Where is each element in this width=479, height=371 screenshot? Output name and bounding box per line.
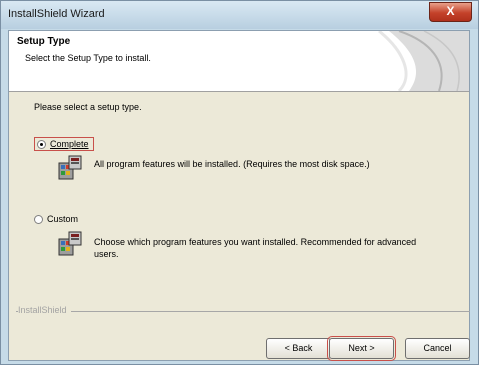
complete-label[interactable]: Complete bbox=[50, 139, 89, 149]
page-subtitle: Select the Setup Type to install. bbox=[25, 53, 151, 63]
close-icon: X bbox=[446, 4, 455, 18]
custom-label[interactable]: Custom bbox=[47, 214, 78, 224]
close-button[interactable]: X bbox=[429, 2, 472, 22]
page-title: Setup Type bbox=[17, 36, 71, 47]
complete-radio[interactable] bbox=[37, 139, 46, 149]
custom-option[interactable]: Custom bbox=[34, 214, 78, 224]
complete-option[interactable]: Complete bbox=[34, 137, 94, 151]
custom-radio[interactable] bbox=[34, 214, 43, 224]
installer-window: InstallShield Wizard X Setup Type Select… bbox=[0, 0, 479, 365]
feature-custom-icon bbox=[58, 231, 82, 256]
header-panel: Setup Type Select the Setup Type to inst… bbox=[9, 31, 469, 92]
complete-description: All program features will be installed. … bbox=[94, 159, 370, 169]
window-title: InstallShield Wizard bbox=[8, 8, 105, 20]
feature-install-icon bbox=[58, 155, 82, 180]
setup-prompt: Please select a setup type. bbox=[34, 102, 142, 112]
back-button[interactable]: < Back bbox=[266, 338, 331, 359]
brand-label: InstallShield bbox=[18, 305, 71, 315]
wizard-panel: Setup Type Select the Setup Type to inst… bbox=[8, 30, 470, 361]
next-button[interactable]: Next > bbox=[327, 336, 396, 361]
header-graphic bbox=[369, 31, 469, 91]
footer-divider bbox=[16, 311, 470, 312]
cancel-button[interactable]: Cancel bbox=[405, 338, 470, 359]
custom-description: Choose which program features you want i… bbox=[94, 237, 417, 259]
title-bar[interactable]: InstallShield Wizard X bbox=[1, 1, 478, 29]
